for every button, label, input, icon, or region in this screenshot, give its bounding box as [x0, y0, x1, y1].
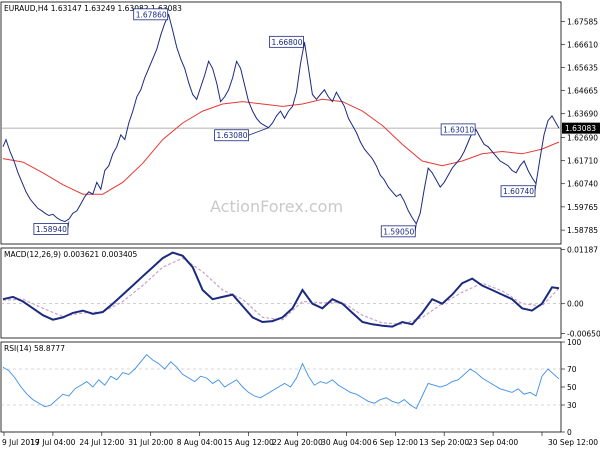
time-tick-label: 30 Sep 12:00 — [548, 438, 598, 447]
annotation-label: 1.67860 — [136, 10, 167, 19]
price-panel: EURAUD,H4 1.63147 1.63249 1.63082 1.6308… — [0, 1, 600, 245]
time-tick-label: 17 Jul 04:00 — [30, 438, 75, 447]
price-annotation: 1.58940 — [33, 221, 70, 235]
price-tick-label: 1.59765 — [567, 203, 598, 212]
price-tick-label: 1.60740 — [567, 180, 598, 189]
price-tick-label: 1.58785 — [567, 226, 598, 235]
rsi-panel: RSI(14) 58.8777 100 70 50 30 0 — [0, 338, 582, 437]
current-price-label: 1.63083 — [565, 124, 596, 133]
rsi-tick-label: 100 — [567, 338, 582, 347]
price-annotation: 1.59050 — [380, 223, 417, 238]
watermark: ActionForex.com — [210, 197, 343, 216]
macd-label: MACD(12,26,9) 0.003621 0.003405 — [4, 250, 138, 259]
annotation-label: 1.59050 — [383, 227, 414, 236]
price-tick-label: 1.62690 — [567, 133, 598, 142]
rsi-label: RSI(14) 58.8777 — [4, 344, 65, 353]
price-tick-label: 1.63690 — [567, 110, 598, 119]
time-tick-label: 31 Jul 20:00 — [128, 438, 173, 447]
macd-tick-label: 0.01187 — [567, 246, 598, 255]
price-annotation: 1.66800 — [269, 35, 305, 48]
price-tick-label: 1.64665 — [567, 87, 598, 96]
price-annotation: 1.67860 — [133, 8, 169, 21]
price-tick-label: 1.67585 — [567, 17, 598, 26]
time-tick-label: 8 Aug 04:00 — [177, 438, 223, 447]
annotation-label: 1.63080 — [217, 131, 248, 140]
annotation-label: 1.60740 — [503, 187, 534, 196]
time-tick-label: 15 Aug 12:00 — [223, 438, 274, 447]
price-tick-label: 1.61710 — [567, 157, 598, 166]
macd-panel: MACD(12,26,9) 0.003621 0.003405 0.01187 0… — [0, 246, 600, 338]
rsi-tick-label: 0 — [567, 428, 572, 437]
time-tick-label: 30 Aug 04:00 — [321, 438, 372, 447]
rsi-tick-label: 30 — [567, 401, 577, 410]
current-price-tag: 1.63083 — [562, 122, 600, 134]
forex-chart: EURAUD,H4 1.63147 1.63249 1.63082 1.6308… — [0, 1, 600, 447]
time-tick-label: 22 Aug 20:00 — [272, 438, 323, 447]
time-tick-label: 6 Sep 12:00 — [373, 438, 419, 447]
time-tick-label: 13 Sep 20:00 — [419, 438, 469, 447]
price-tick-label: 1.66610 — [567, 40, 598, 49]
price-annotation: 1.63010 — [440, 123, 477, 136]
rsi-tick-label: 50 — [567, 383, 577, 392]
annotation-label: 1.66800 — [271, 38, 302, 47]
time-axis: 9 Jul 201917 Jul 04:00 24 Jul 12:00 31 Jul… — [2, 432, 598, 447]
time-tick-label: 24 Jul 12:00 — [79, 438, 124, 447]
price-annotation: 1.60740 — [500, 183, 537, 198]
annotation-label: 1.63010 — [443, 125, 474, 134]
macd-tick-label: 0.00 — [567, 300, 584, 309]
annotation-label: 1.58940 — [36, 225, 67, 234]
time-tick-label: 23 Sep 04:00 — [468, 438, 518, 447]
rsi-tick-label: 70 — [567, 365, 577, 374]
price-tick-label: 1.65635 — [567, 64, 598, 73]
